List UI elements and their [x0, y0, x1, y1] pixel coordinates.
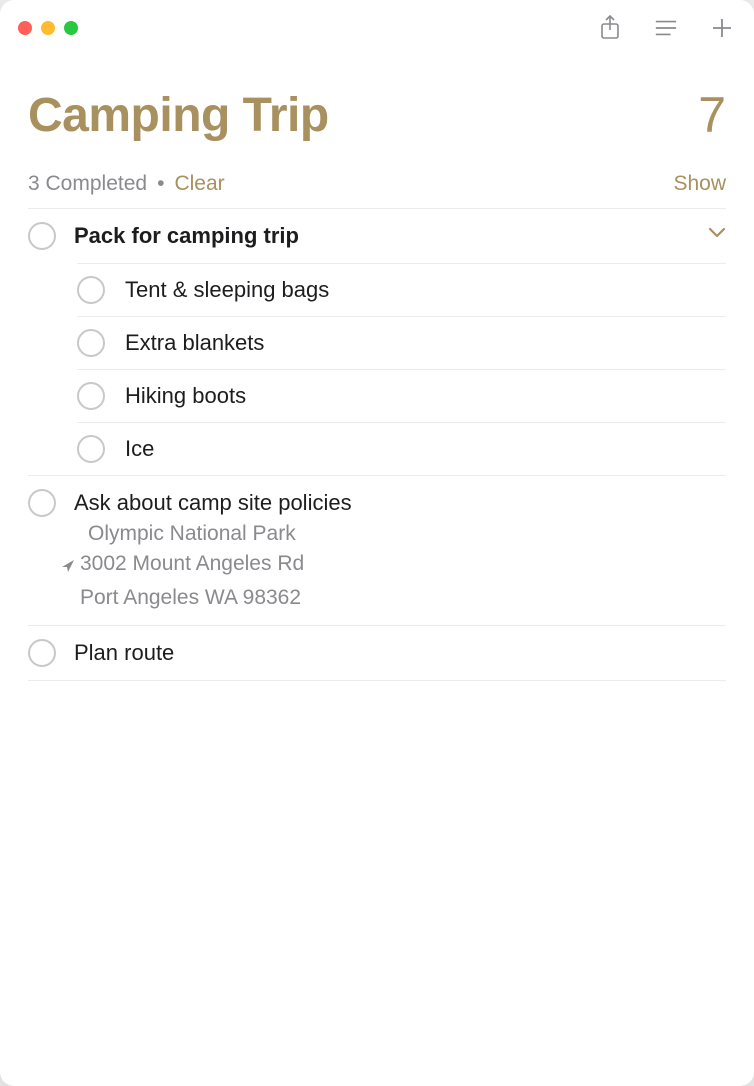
complete-toggle[interactable] — [28, 489, 56, 517]
list-title: Camping Trip — [28, 88, 329, 143]
subtask-list: Tent & sleeping bags Extra blankets Hiki… — [77, 263, 726, 475]
complete-toggle[interactable] — [28, 222, 56, 250]
subtask-title[interactable]: Hiking boots — [125, 383, 246, 409]
reminder-item: Ask about camp site policies Olympic Nat… — [28, 476, 726, 626]
reminder-item: Plan route — [28, 626, 726, 681]
traffic-lights — [18, 21, 78, 35]
completed-count-text: 3 Completed — [28, 172, 147, 196]
subtask-title[interactable]: Extra blankets — [125, 330, 264, 356]
titlebar — [0, 0, 754, 56]
reminders-list: Pack for camping trip Tent & sleeping ba… — [0, 209, 754, 681]
complete-toggle[interactable] — [77, 276, 105, 304]
add-reminder-icon[interactable] — [710, 16, 734, 40]
complete-toggle[interactable] — [77, 382, 105, 410]
subtask-row[interactable]: Ice — [77, 422, 726, 475]
subheader: 3 Completed • Clear Show — [0, 154, 754, 208]
location-city: Port Angeles WA 98362 — [80, 583, 726, 613]
reminder-row[interactable]: Pack for camping trip — [28, 209, 726, 263]
clear-button[interactable]: Clear — [174, 172, 224, 196]
show-completed-button[interactable]: Show — [673, 172, 726, 196]
location-arrow-icon — [60, 553, 76, 583]
complete-toggle[interactable] — [77, 435, 105, 463]
reminder-title[interactable]: Pack for camping trip — [74, 221, 726, 251]
subtask-title[interactable]: Tent & sleeping bags — [125, 277, 329, 303]
reminder-row[interactable]: Ask about camp site policies Olympic Nat… — [28, 476, 726, 625]
toolbar-right — [598, 0, 734, 56]
reminder-title[interactable]: Ask about camp site policies — [74, 488, 726, 518]
reminder-item: Pack for camping trip Tent & sleeping ba… — [28, 209, 726, 476]
subtask-row[interactable]: Extra blankets — [77, 316, 726, 369]
complete-toggle[interactable] — [28, 639, 56, 667]
window: Camping Trip 7 3 Completed • Clear Show … — [0, 0, 754, 1086]
close-window-button[interactable] — [18, 21, 32, 35]
list-header: Camping Trip 7 — [0, 56, 754, 154]
location-name: Olympic National Park — [88, 519, 726, 549]
subtask-row[interactable]: Tent & sleeping bags — [77, 263, 726, 316]
subtask-title[interactable]: Ice — [125, 436, 154, 462]
complete-toggle[interactable] — [77, 329, 105, 357]
reminder-row[interactable]: Plan route — [28, 626, 726, 680]
reminder-count: 7 — [698, 86, 726, 144]
maximize-window-button[interactable] — [64, 21, 78, 35]
reminder-location: Olympic National Park 3002 Mount Angeles… — [80, 519, 726, 612]
minimize-window-button[interactable] — [41, 21, 55, 35]
subtask-row[interactable]: Hiking boots — [77, 369, 726, 422]
reminder-title[interactable]: Plan route — [74, 638, 726, 668]
location-street: 3002 Mount Angeles Rd — [80, 549, 304, 579]
share-icon[interactable] — [598, 16, 622, 40]
chevron-down-icon[interactable] — [708, 225, 726, 243]
separator-dot: • — [157, 172, 164, 196]
list-view-icon[interactable] — [654, 16, 678, 40]
completed-summary: 3 Completed • Clear — [28, 172, 225, 196]
